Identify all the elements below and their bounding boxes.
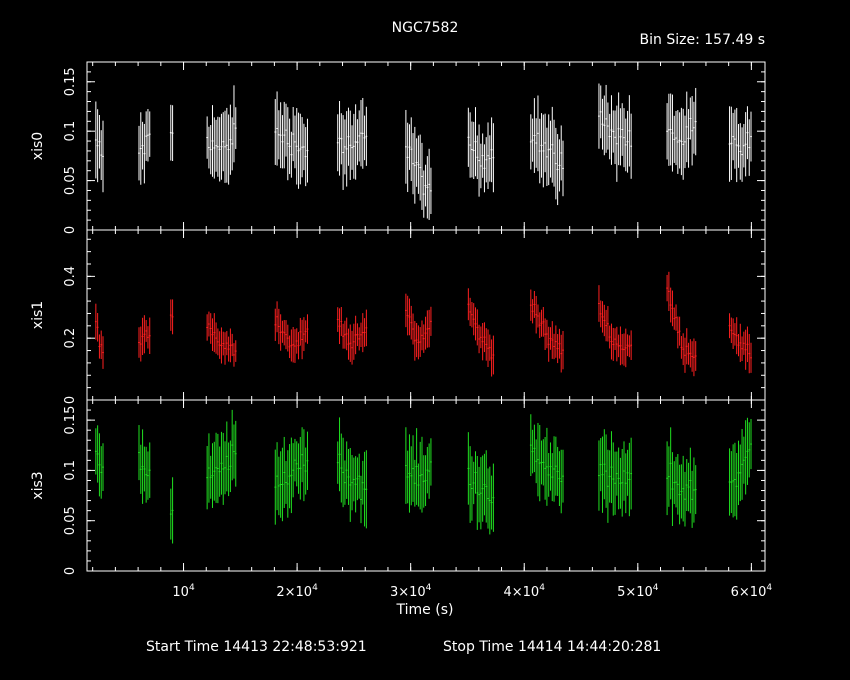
y-tick-label-xis3: 0 (63, 567, 78, 575)
light-curve-chart: NGC7582 Bin Size: 157.49 s Time (s) Star… (30, 20, 773, 655)
footer-stop-time: Stop Time 14414 14:44:20:281 (443, 639, 661, 655)
y-tick-label-xis0: 0.1 (63, 121, 78, 142)
y-tick-label-xis0: 0 (63, 226, 78, 234)
y-tick-label-xis0: 0.15 (63, 67, 78, 96)
y-axis-label-xis0: xis0 (30, 132, 46, 160)
y-tick-label-xis3: 0.05 (63, 506, 78, 535)
y-tick-label-xis3: 0.1 (63, 460, 78, 481)
x-tick-label: 5×104 (617, 583, 659, 600)
footer-start-time: Start Time 14413 22:48:53:921 (146, 639, 367, 655)
x-tick-label: 6×104 (731, 583, 773, 600)
panel-frame-xis1 (86, 229, 766, 401)
bin-size-label: Bin Size: 157.49 s (640, 32, 765, 48)
x-tick-label: 3×104 (390, 583, 432, 600)
y-axis-label-xis3: xis3 (30, 471, 46, 499)
chart-title: NGC7582 (392, 20, 459, 36)
x-tick-label: 104 (172, 583, 195, 600)
x-tick-label: 4×104 (504, 583, 546, 600)
x-axis-label: Time (s) (396, 602, 454, 618)
y-tick-label-xis3: 0.15 (63, 406, 78, 435)
y-axis-label-xis1: xis1 (30, 301, 46, 329)
x-tick-label: 2×104 (276, 583, 318, 600)
y-tick-label-xis0: 0.05 (63, 166, 78, 195)
y-tick-label-xis1: 0.4 (63, 266, 78, 287)
y-tick-label-xis1: 0 (63, 396, 78, 404)
y-tick-label-xis1: 0.2 (63, 328, 78, 349)
